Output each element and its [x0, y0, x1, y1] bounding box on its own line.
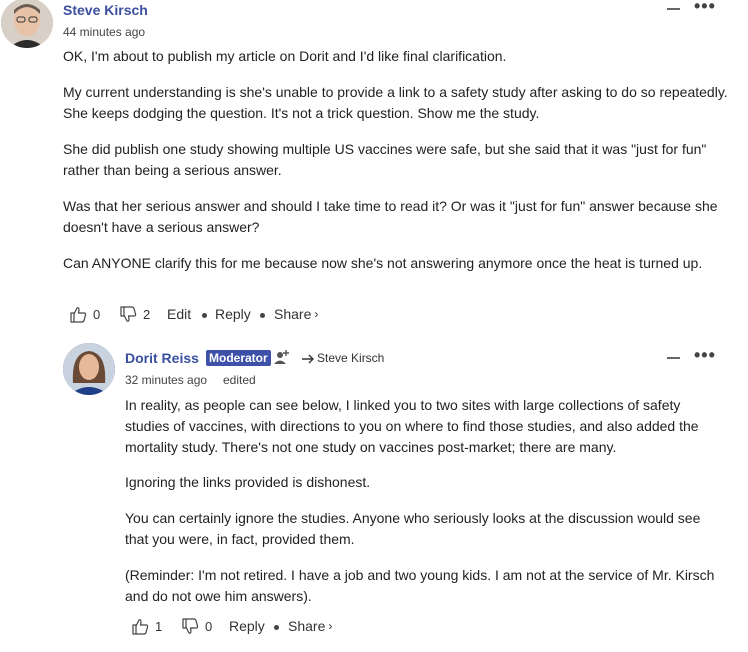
separator-dot [202, 313, 207, 318]
more-dots-icon[interactable]: ••• [694, 345, 716, 366]
timestamp[interactable]: 32 minutes ago [125, 373, 207, 387]
reply-button[interactable]: Reply [215, 306, 251, 322]
dislike-button[interactable]: 0 [182, 618, 212, 635]
comment-actions: 0 2 Edit Reply Share › [70, 306, 470, 326]
avatar[interactable] [1, 0, 53, 48]
like-count: 1 [155, 619, 163, 634]
thumbs-up-icon [132, 618, 149, 635]
chevron-right-icon: › [314, 307, 319, 321]
dislike-button[interactable]: 2 [120, 306, 150, 323]
reply-arrow-icon [302, 351, 314, 365]
dislike-count: 2 [143, 307, 151, 322]
thumbs-up-icon [70, 306, 87, 323]
collapse-icon[interactable] [667, 357, 680, 359]
share-label: Share [274, 306, 312, 322]
like-count: 0 [93, 307, 101, 322]
thumbs-down-icon [120, 306, 137, 323]
add-user-icon[interactable] [273, 347, 291, 365]
dislike-count: 0 [205, 619, 213, 634]
reply-to-link[interactable]: Steve Kirsch [302, 351, 384, 365]
comment-paragraph: OK, I'm about to publish my article on D… [63, 48, 507, 64]
share-button[interactable]: Share › [288, 618, 332, 634]
author-name[interactable]: Steve Kirsch [63, 2, 148, 18]
thumbs-down-icon [182, 618, 199, 635]
comment-paragraph: You can certainly ignore the studies. An… [125, 510, 701, 547]
collapse-icon[interactable] [667, 8, 680, 10]
edited-label: edited [223, 373, 256, 387]
author-name[interactable]: Dorit Reiss [125, 350, 199, 366]
timestamp[interactable]: 44 minutes ago [63, 25, 145, 39]
like-button[interactable]: 1 [132, 618, 162, 635]
like-button[interactable]: 0 [70, 306, 100, 323]
chevron-right-icon: › [328, 619, 333, 633]
comment-paragraph: My current understanding is she's unable… [63, 84, 728, 121]
separator-dot [260, 313, 265, 318]
edit-button[interactable]: Edit [167, 306, 191, 322]
comment-paragraph: (Reminder: I'm not retired. I have a job… [125, 567, 715, 604]
comment-paragraph: Was that her serious answer and should I… [63, 198, 718, 235]
comment-actions: 1 0 Reply Share › [132, 618, 532, 638]
comment-paragraph: She did publish one study showing multip… [63, 141, 707, 178]
more-dots-icon[interactable]: ••• [694, 0, 716, 17]
share-button[interactable]: Share › [274, 306, 318, 322]
separator-dot [274, 625, 279, 630]
share-label: Share [288, 618, 326, 634]
reply-button[interactable]: Reply [229, 618, 265, 634]
comment-paragraph: Ignoring the links provided is dishonest… [125, 474, 371, 490]
comment-paragraph: In reality, as people can see below, I l… [125, 397, 699, 455]
comment-paragraph: Can ANYONE clarify this for me because n… [63, 255, 703, 271]
avatar[interactable] [63, 343, 115, 395]
reply-to-name: Steve Kirsch [317, 351, 385, 365]
moderator-badge: Moderator [206, 350, 271, 366]
